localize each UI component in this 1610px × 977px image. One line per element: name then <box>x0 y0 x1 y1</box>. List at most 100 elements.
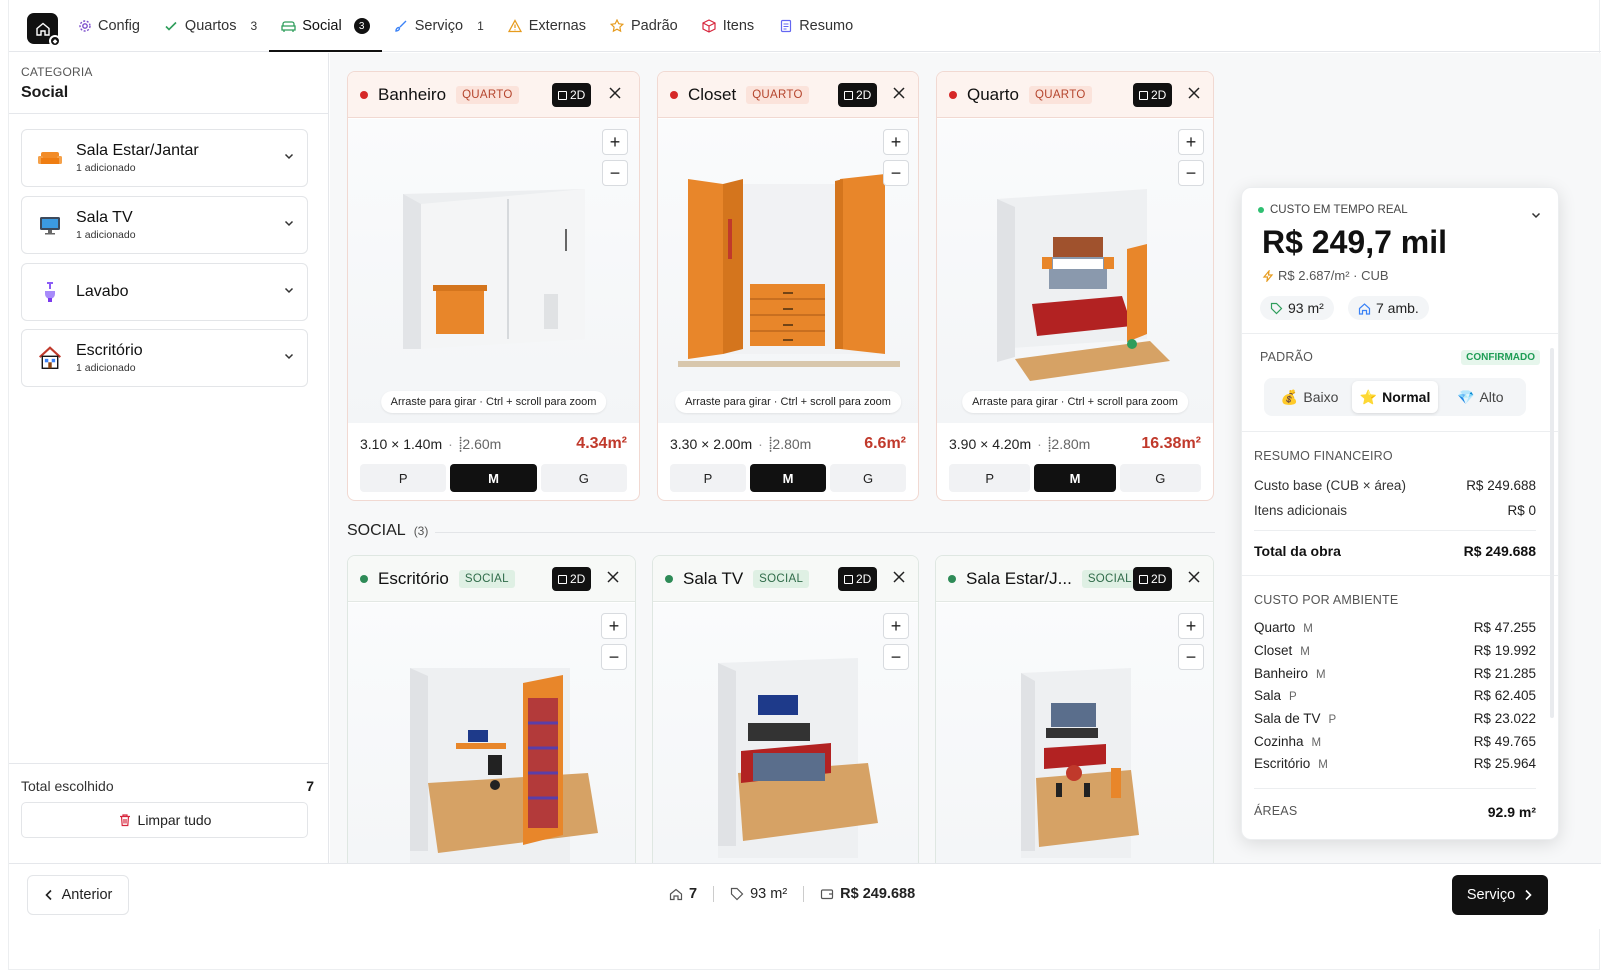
fin-row: Itens adicionais R$ 0 <box>1254 503 1536 518</box>
card-header: Escritório SOCIAL 2D <box>348 556 635 602</box>
toggle-2d-button[interactable]: 2D <box>552 567 592 591</box>
zoom-out-button[interactable]: − <box>883 160 909 186</box>
gear-icon <box>77 19 92 34</box>
size-p-button[interactable]: P <box>949 464 1031 492</box>
room-name: Escritório <box>378 568 449 588</box>
status-dot <box>360 90 368 99</box>
close-icon[interactable] <box>1187 86 1201 100</box>
size-g-button[interactable]: G <box>1119 464 1201 492</box>
top-navigation: ◆ Config Quartos 3 Social 3 Serviço 1 Ex… <box>9 0 1601 52</box>
home-button[interactable]: ◆ <box>27 13 61 47</box>
tab-count: 1 <box>477 19 484 33</box>
document-icon <box>778 19 793 34</box>
toggle-2d-button[interactable]: 2D <box>1133 567 1173 591</box>
3d-viewer[interactable]: + − Arraste para girar · Ctrl + scroll p… <box>348 119 639 423</box>
cost-by-room-label: CUSTO POR AMBIENTE <box>1254 593 1399 607</box>
zoom-in-button[interactable]: + <box>883 613 909 639</box>
size-p-button[interactable]: P <box>360 464 447 492</box>
close-icon[interactable] <box>608 86 622 100</box>
padrao-selector: 💰 Baixo ⭐ Normal 💎 Alto <box>1264 378 1526 416</box>
card-header: Closet QUARTO 2D <box>658 72 918 118</box>
previous-button[interactable]: Anterior <box>27 875 129 915</box>
toggle-2d-button[interactable]: 2D <box>838 567 878 591</box>
zoom-in-button[interactable]: + <box>1178 613 1204 639</box>
close-icon[interactable] <box>1187 570 1201 584</box>
room-cost-name: Cozinha <box>1254 734 1304 749</box>
clear-all-button[interactable]: Limpar tudo <box>21 802 308 838</box>
square-icon <box>1139 90 1148 100</box>
tab-servico[interactable]: Serviço 1 <box>382 0 496 52</box>
zoom-out-button[interactable]: − <box>883 644 909 670</box>
room-accordion-lavabo[interactable]: Lavabo <box>21 263 308 321</box>
toggle-2d-label: 2D <box>856 572 872 586</box>
tab-label: Social <box>302 18 342 34</box>
rooms-pill-text: 7 amb. <box>1376 300 1419 316</box>
zoom-out-button[interactable]: − <box>1178 160 1204 186</box>
square-icon <box>844 90 853 100</box>
3d-viewer[interactable]: + − Arraste para girar · Ctrl + scroll p… <box>658 119 918 423</box>
toggle-2d-button[interactable]: 2D <box>552 83 592 107</box>
room-accordion-sala-tv[interactable]: Sala TV 1 adicionado <box>21 196 308 254</box>
room-cost-name: Quarto <box>1254 620 1296 635</box>
chevron-right-icon <box>1525 889 1532 901</box>
room-name: Closet <box>688 84 737 104</box>
zoom-in-button[interactable]: + <box>883 129 909 155</box>
tab-social[interactable]: Social 3 <box>269 0 382 52</box>
close-icon[interactable] <box>892 86 906 100</box>
tab-quartos[interactable]: Quartos 3 <box>152 0 269 52</box>
3d-viewer[interactable]: + − <box>936 603 1213 863</box>
zoom-in-button[interactable]: + <box>1178 129 1204 155</box>
zoom-in-button[interactable]: + <box>601 613 627 639</box>
size-g-button[interactable]: G <box>830 464 906 492</box>
chevron-down-icon[interactable] <box>1530 209 1542 221</box>
room-cost-name: Escritório <box>1254 756 1311 771</box>
close-icon[interactable] <box>606 570 620 584</box>
room-cost-value: R$ 21.285 <box>1473 666 1536 681</box>
close-icon[interactable] <box>892 570 906 584</box>
padrao-normal-option[interactable]: ⭐ Normal <box>1352 381 1438 413</box>
size-m-button[interactable]: M <box>750 464 826 492</box>
tab-config[interactable]: Config <box>65 0 152 52</box>
status-dot <box>948 574 956 583</box>
zoom-out-button[interactable]: − <box>601 644 627 670</box>
tab-itens[interactable]: Itens <box>690 0 766 52</box>
zoom-out-button[interactable]: − <box>602 160 628 186</box>
toggle-2d-label: 2D <box>570 572 586 586</box>
category-sidebar: CATEGORIA Social Sala Estar/Jantar 1 adi… <box>9 53 329 863</box>
financial-summary-label: RESUMO FINANCEIRO <box>1254 449 1393 463</box>
panel-scrollbar[interactable] <box>1550 348 1554 718</box>
fin-row-label: Custo base (CUB × área) <box>1254 478 1406 493</box>
room-name: Quarto <box>967 84 1019 104</box>
size-m-button[interactable]: M <box>1034 464 1116 492</box>
size-p-button[interactable]: P <box>670 464 746 492</box>
room-accordion-escritorio[interactable]: Escritório 1 adicionado <box>21 329 308 387</box>
room-cost-size: M <box>1318 759 1328 771</box>
3d-viewer[interactable]: + − <box>653 603 918 863</box>
house-icon <box>38 346 62 370</box>
tab-resumo[interactable]: Resumo <box>766 0 865 52</box>
room-cost-size: M <box>1316 669 1326 681</box>
3d-viewer[interactable]: + − Arraste para girar · Ctrl + scroll p… <box>937 119 1213 423</box>
next-button[interactable]: Serviço <box>1452 875 1548 915</box>
zoom-out-button[interactable]: − <box>1178 644 1204 670</box>
tab-externas[interactable]: Externas <box>496 0 598 52</box>
tab-label: Itens <box>722 18 755 34</box>
option-label: Alto <box>1479 389 1504 405</box>
room-accordion-sala-estar-jantar[interactable]: Sala Estar/Jantar 1 adicionado <box>21 129 308 187</box>
room-name: Sala TV <box>683 568 744 588</box>
room-area: 6.6m² <box>864 435 906 452</box>
size-m-button[interactable]: M <box>450 464 537 492</box>
padrao-alto-option[interactable]: 💎 Alto <box>1438 381 1523 413</box>
tab-padrao[interactable]: Padrão <box>598 0 690 52</box>
toggle-2d-button[interactable]: 2D <box>1133 83 1173 107</box>
room-area: 16.38m² <box>1141 435 1201 452</box>
room-title: Escritório <box>76 342 143 359</box>
3d-viewer[interactable]: + − <box>348 603 635 863</box>
zoom-in-button[interactable]: + <box>602 129 628 155</box>
size-g-button[interactable]: G <box>540 464 627 492</box>
room-cost-value: R$ 25.964 <box>1473 756 1536 771</box>
padrao-baixo-option[interactable]: 💰 Baixo <box>1267 381 1352 413</box>
toggle-2d-button[interactable]: 2D <box>838 83 878 107</box>
area-pill: 93 m² <box>1260 296 1334 320</box>
room-cost-row: Sala de TV P R$ 23.022 <box>1254 711 1536 726</box>
